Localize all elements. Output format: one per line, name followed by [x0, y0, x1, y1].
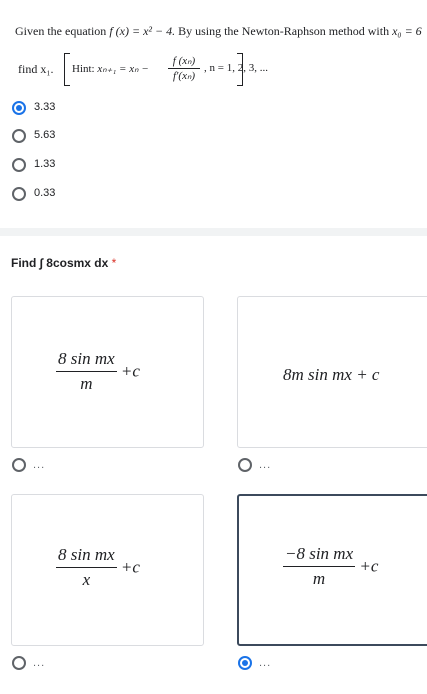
question2-title: Find ∫ 8cosmx dx * [11, 256, 116, 270]
q2-option-1-numerator: 8 sin mx [58, 349, 115, 368]
q2-option-1-math: 8 sin mx m +c [56, 349, 140, 394]
q2-option-2-label: ... [259, 459, 272, 471]
hint-text: Hint: xₙ₊₁ = xₙ − [72, 62, 149, 75]
hint-box: Hint: xₙ₊₁ = xₙ − f (xₙ) f′(xₙ) , n = 1,… [64, 53, 268, 86]
q1-option-3-label[interactable]: 1.33 [34, 158, 55, 170]
q2-option-3-card[interactable]: 8 sin mx x +c [11, 494, 204, 646]
q2-option-1-denominator: m [80, 374, 93, 393]
q2-option-2-radio[interactable] [238, 458, 252, 472]
q2-option-4-radio[interactable] [238, 656, 252, 670]
q2-option-3-label: ... [33, 657, 46, 669]
q2-option-2-math: 8m sin mx + c [283, 365, 379, 385]
question1-initial: x₀ = 6 [392, 24, 422, 38]
required-marker: * [111, 256, 117, 270]
hint-denominator: f′(xₙ) [172, 70, 196, 82]
hint-bracket-left [64, 53, 70, 86]
hint-numerator: f (xₙ) [172, 55, 196, 67]
q1-option-1-radio[interactable] [12, 101, 26, 115]
q1-option-4-label[interactable]: 0.33 [34, 187, 55, 199]
q2-option-4-math: −8 sin mx m +c [283, 544, 378, 589]
hint-bracket-right [237, 53, 243, 86]
q2-option-3-denominator: x [82, 570, 91, 589]
q2-option-1-label: ... [33, 459, 46, 471]
q2-option-2-card[interactable]: 8m sin mx + c [237, 296, 427, 448]
section-divider [0, 228, 427, 236]
q2-option-3-numerator: 8 sin mx [58, 545, 115, 564]
q2-option-3-radio[interactable] [12, 656, 26, 670]
hint-lhs: xₙ₊₁ = xₙ − [97, 63, 149, 75]
q1-option-4-radio[interactable] [12, 187, 26, 201]
hint-tail: , n = 1, 2, 3, ... [204, 62, 268, 74]
q2-option-4-label: ... [259, 657, 272, 669]
question1-equation: f (x) = x² − 4. [109, 24, 176, 38]
q2-option-4-denominator: m [312, 569, 326, 588]
q2-option-3-math: 8 sin mx x +c [56, 545, 140, 590]
q2-option-1-card[interactable]: 8 sin mx m +c [11, 296, 204, 448]
q1-option-1-label[interactable]: 3.33 [34, 101, 55, 113]
q2-option-2-expression: 8m sin mx + c [283, 365, 380, 384]
question1-find: find x₁. [18, 62, 54, 76]
question1-method: By using the Newton-Raphson method with [178, 24, 390, 38]
q2-option-3-suffix: +c [120, 557, 140, 577]
q2-option-4-suffix: +c [359, 556, 379, 576]
q2-option-4-card[interactable]: −8 sin mx m +c [237, 494, 427, 646]
question1-text: Given the equation f (x) = x² − 4. By us… [15, 24, 422, 39]
q1-option-3-radio[interactable] [12, 158, 26, 172]
question1-lead: Given the equation [15, 24, 107, 38]
hint-fraction: f (xₙ) f′(xₙ) [168, 54, 200, 82]
hint-label: Hint: [72, 63, 95, 75]
q2-option-4-numerator: −8 sin mx [285, 544, 354, 563]
q1-option-2-radio[interactable] [12, 129, 26, 143]
q2-option-1-suffix: +c [120, 361, 140, 381]
question2-title-text: Find ∫ 8cosmx dx [11, 256, 109, 270]
q1-option-2-label[interactable]: 5.63 [34, 129, 55, 141]
q2-option-1-radio[interactable] [12, 458, 26, 472]
